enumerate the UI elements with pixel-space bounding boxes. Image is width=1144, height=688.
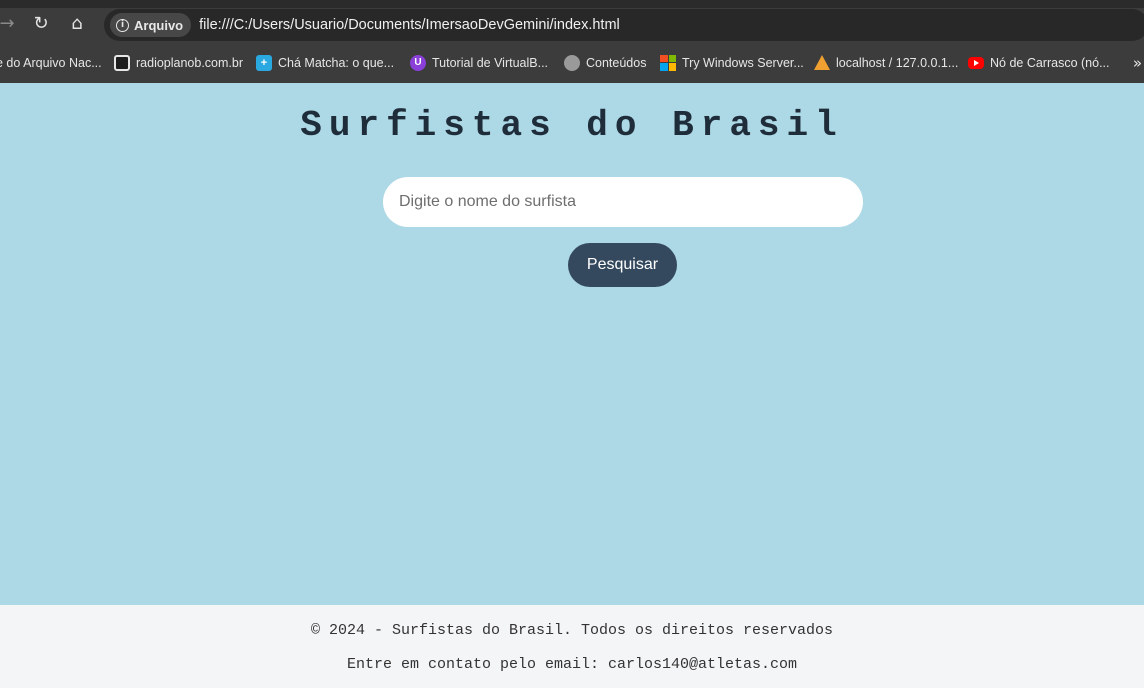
bookmark-item[interactable]: U Tutorial de VirtualB... — [410, 42, 548, 83]
page-main: Surfistas do Brasil Pesquisar — [0, 83, 1144, 605]
footer-copyright: © 2024 - Surfistas do Brasil. Todos os d… — [310, 622, 834, 639]
site-info-chip[interactable]: i Arquivo — [110, 13, 192, 37]
bookmark-item[interactable]: Nó de Carrasco (nó... — [968, 42, 1110, 83]
browser-toolbar: → ↻ ⌂ i Arquivo file:///C:/Users/Usuario… — [0, 0, 1144, 42]
address-bar[interactable]: i Arquivo file:///C:/Users/Usuario/Docum… — [104, 9, 1144, 41]
bookmark-label: radioplanob.com.br — [136, 55, 244, 70]
bookmark-item[interactable]: localhost / 127.0.0.1... — [814, 42, 958, 83]
globe-icon — [564, 54, 580, 71]
bookmark-label: Conteúdos — [586, 55, 647, 70]
tutorial-icon: U — [410, 54, 426, 71]
bookmark-item[interactable]: Conteúdos — [564, 42, 646, 83]
search-input[interactable] — [383, 177, 863, 227]
bookmark-label: Chá Matcha: o que... — [278, 55, 395, 70]
bookmark-label: Nó de Carrasco (nó... — [990, 55, 1110, 70]
bookmark-item[interactable]: e do Arquivo Nac... — [0, 42, 102, 83]
phpmyadmin-icon — [814, 55, 830, 70]
footer: © 2024 - Surfistas do Brasil. Todos os d… — [0, 605, 1144, 688]
url-text[interactable]: file:///C:/Users/Usuario/Documents/Imers… — [199, 17, 620, 33]
bookmark-item[interactable]: + Chá Matcha: o que... — [256, 42, 394, 83]
bookmark-label: e do Arquivo Nac... — [0, 55, 102, 70]
bookmark-item[interactable]: Try Windows Server... — [660, 42, 804, 83]
reload-icon[interactable]: ↻ — [26, 8, 56, 38]
bookmark-label: localhost / 127.0.0.1... — [836, 55, 959, 70]
info-icon: i — [116, 18, 129, 32]
more-bookmarks-icon[interactable]: » — [1133, 42, 1142, 83]
page-title: Surfistas do Brasil — [300, 105, 844, 146]
radio-icon — [114, 54, 130, 71]
youtube-icon — [968, 56, 984, 69]
bookmark-icon: + — [256, 54, 272, 71]
bookmark-item[interactable]: radioplanob.com.br — [114, 42, 243, 83]
bookmarks-bar: e do Arquivo Nac... radioplanob.com.br +… — [0, 42, 1144, 83]
search-button[interactable]: Pesquisar — [568, 243, 677, 287]
home-icon[interactable]: ⌂ — [62, 8, 92, 38]
site-info-label: Arquivo — [134, 17, 184, 33]
bookmark-label: Try Windows Server... — [682, 55, 804, 70]
microsoft-icon — [660, 54, 676, 71]
footer-contact: Entre em contato pelo email: carlos140@a… — [346, 656, 798, 673]
forward-icon[interactable]: → — [0, 8, 22, 38]
bookmark-label: Tutorial de VirtualB... — [432, 55, 549, 70]
